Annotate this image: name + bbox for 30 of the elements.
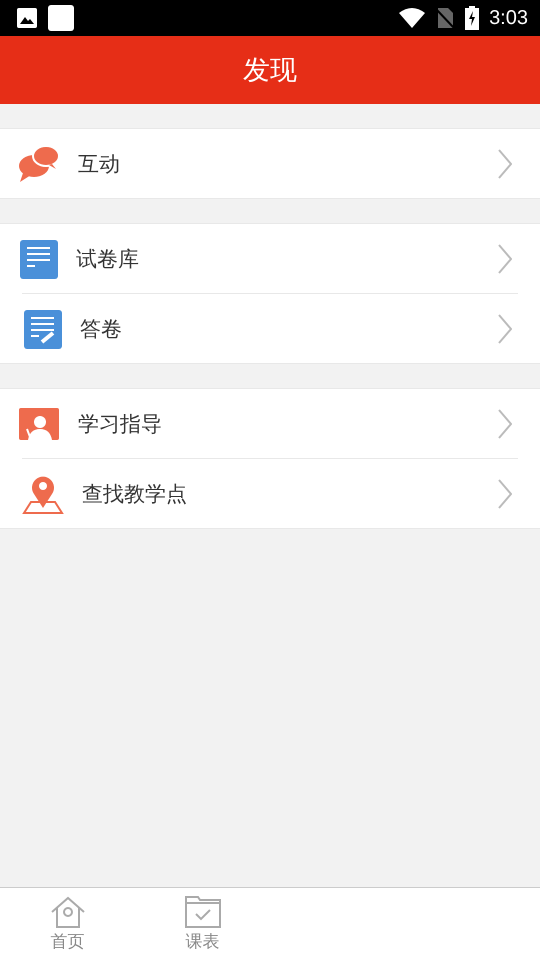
menu-item[interactable]: 查找教学点 xyxy=(22,458,518,528)
menu-label: 查找教学点 xyxy=(82,480,188,508)
menu-item[interactable]: 互动 xyxy=(0,129,540,198)
chevron-right-icon xyxy=(498,244,512,274)
folder-check-icon xyxy=(184,896,220,928)
tab[interactable]: 首页 xyxy=(0,888,135,960)
menu-label: 试卷库 xyxy=(76,246,140,272)
page-title: 发现 xyxy=(243,54,297,88)
map-pin-icon xyxy=(22,474,64,514)
person-board-icon xyxy=(18,406,60,440)
menu-item[interactable]: 学习指导 xyxy=(0,389,540,458)
chevron-right-icon xyxy=(498,314,512,344)
no-sim-icon xyxy=(435,7,456,29)
document-icon xyxy=(18,238,58,278)
menu-label: 互动 xyxy=(78,150,121,178)
document-pencil-icon xyxy=(22,308,62,348)
chevron-right-icon xyxy=(498,408,512,438)
wifi-icon xyxy=(399,7,426,29)
menu-label: 学习指导 xyxy=(78,410,163,438)
image-icon xyxy=(16,7,38,29)
menu-item[interactable]: 试卷库 xyxy=(0,224,540,293)
tab[interactable]: 课表 xyxy=(135,888,270,960)
status-time: 3:03 xyxy=(489,6,528,30)
menu-label: 答卷 xyxy=(80,316,123,342)
battery-icon xyxy=(465,6,480,30)
house-icon xyxy=(50,896,86,928)
chevron-right-icon xyxy=(498,148,512,178)
menu-item[interactable]: 答卷 xyxy=(22,293,518,363)
square-icon xyxy=(48,5,74,31)
chevron-right-icon xyxy=(498,478,512,508)
